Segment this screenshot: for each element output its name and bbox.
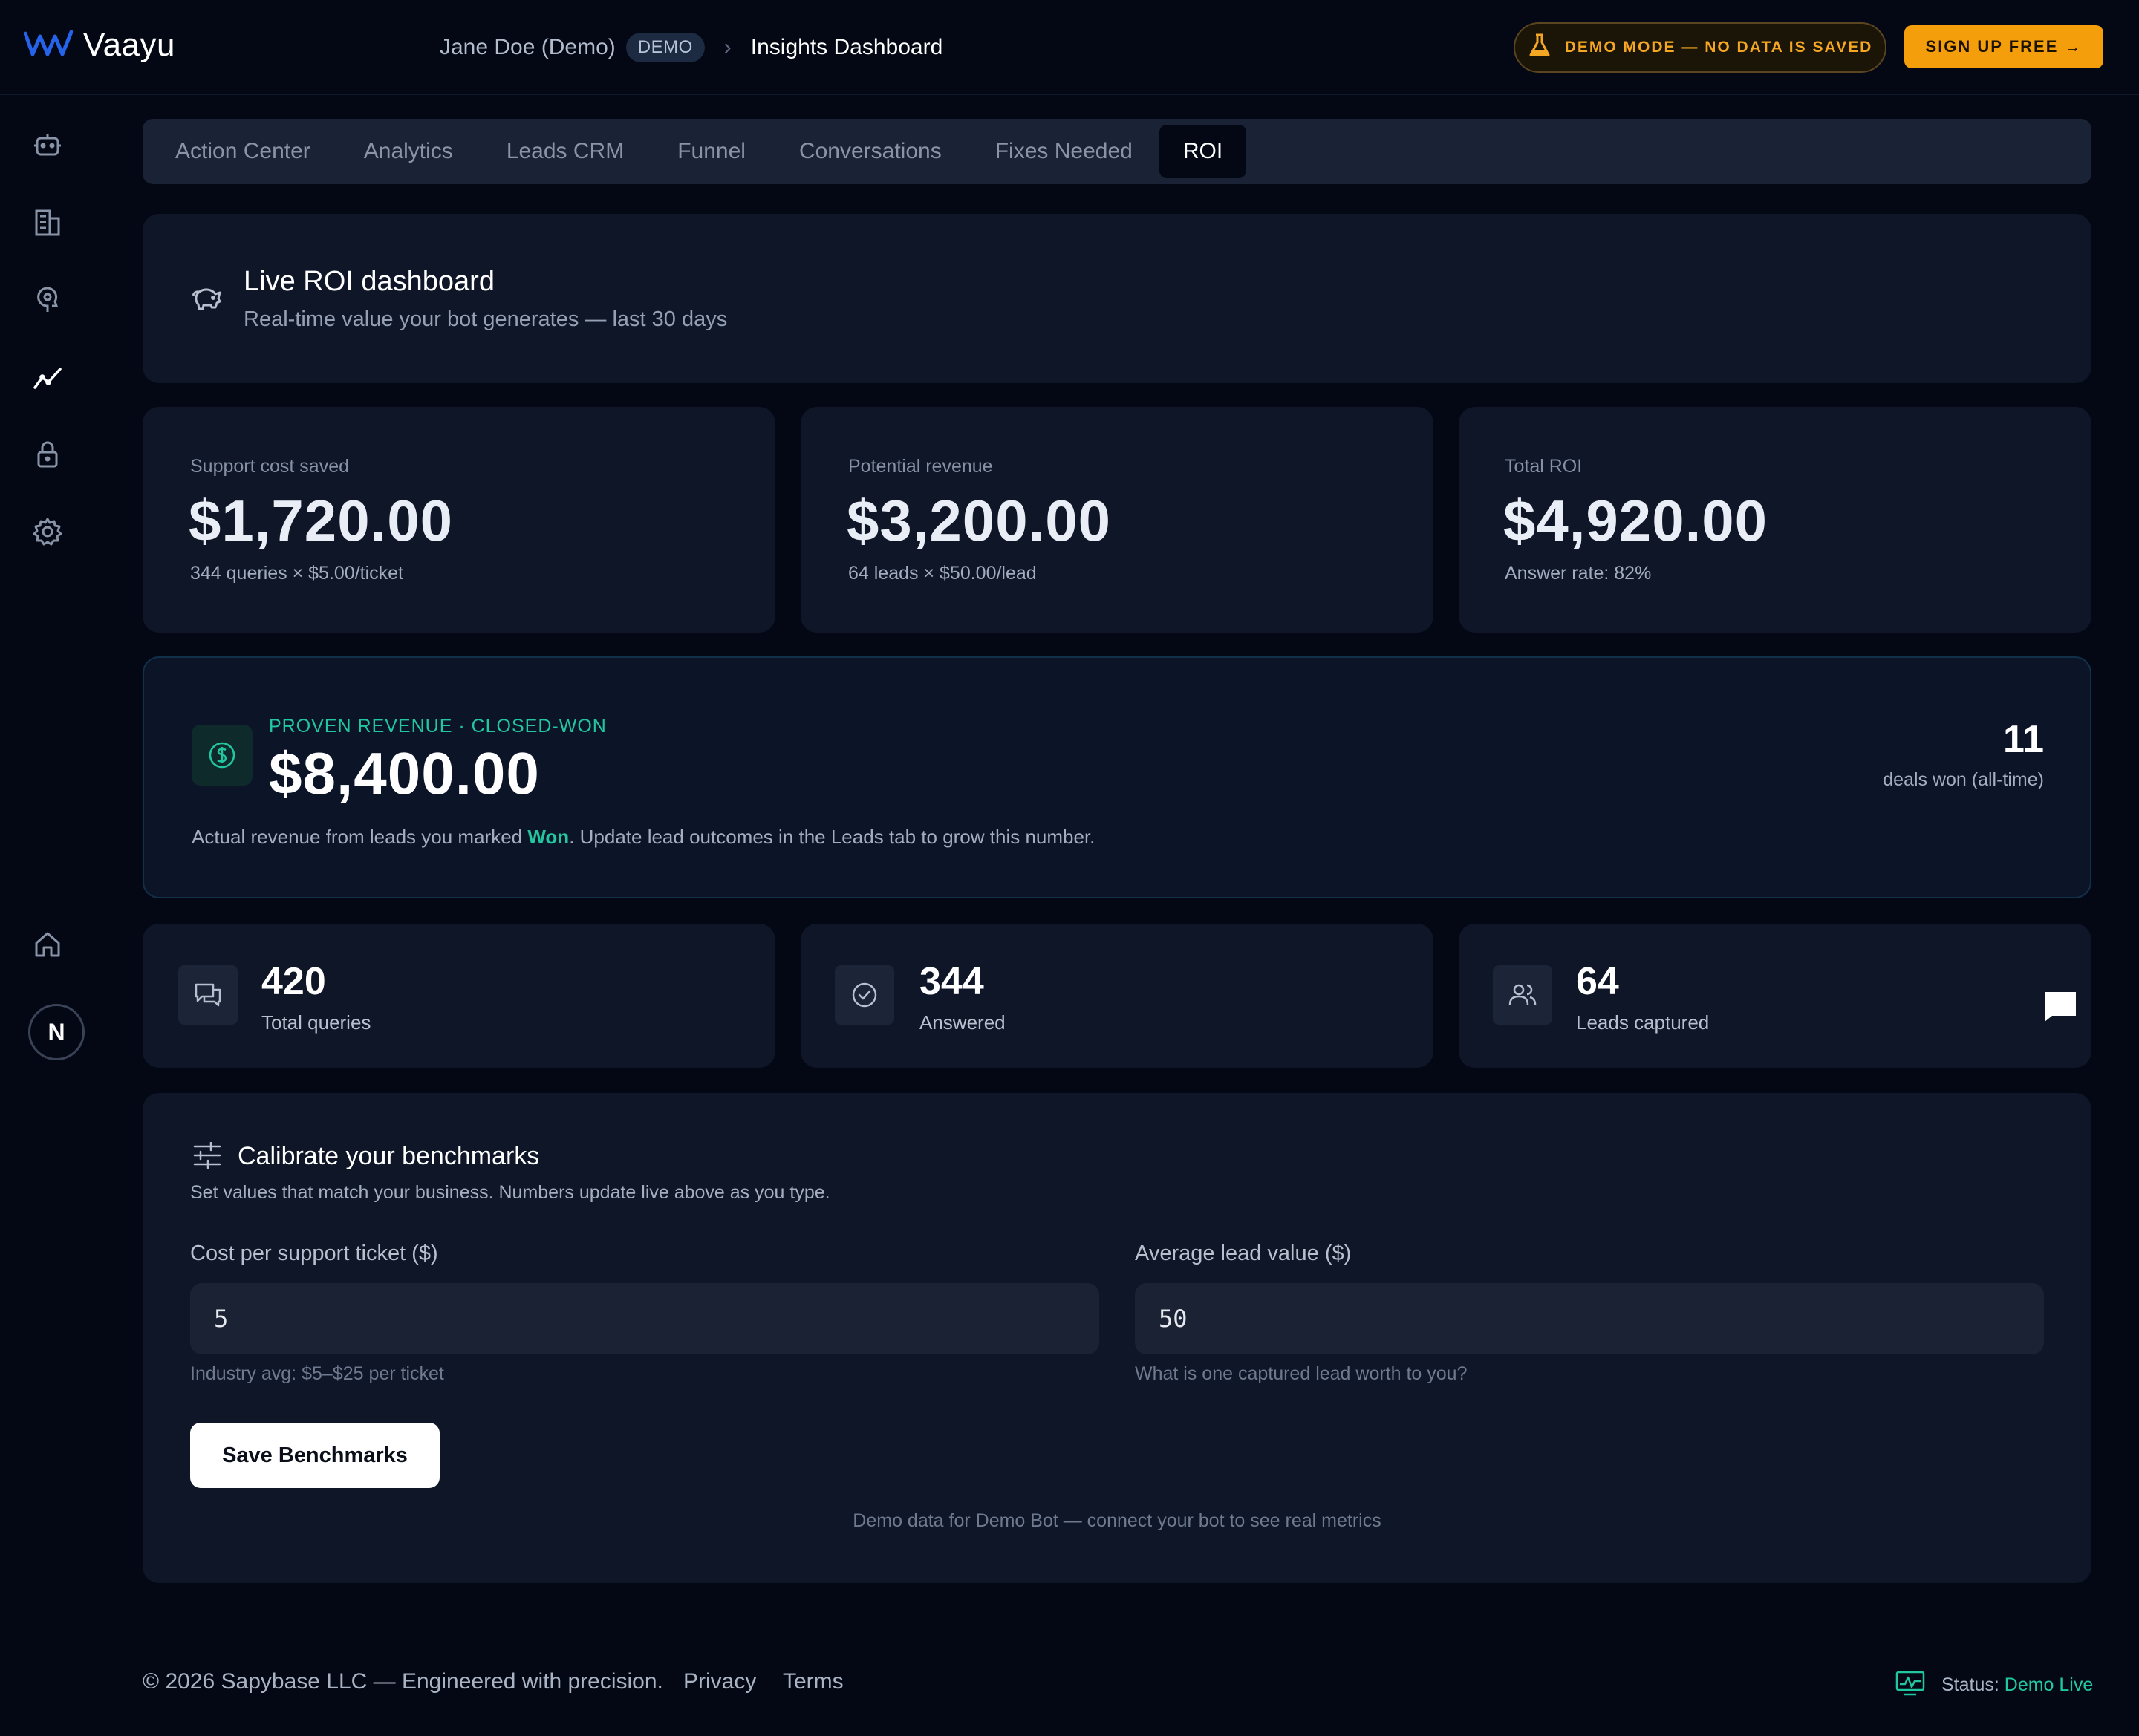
- dollar-icon: [192, 725, 253, 786]
- chat-bubbles-icon: [178, 965, 238, 1025]
- cost-per-ticket-hint: Industry avg: $5–$25 per ticket: [190, 1363, 444, 1384]
- cost-per-ticket-label: Cost per support ticket ($): [190, 1241, 438, 1265]
- leads-captured-card: 64 Leads captured: [1459, 924, 2091, 1068]
- bot-icon[interactable]: [30, 128, 65, 163]
- building-icon[interactable]: [30, 205, 65, 241]
- stat-foot: Answer rate: 82%: [1505, 563, 1652, 584]
- brand-name: Vaayu: [83, 27, 175, 63]
- hero-title: Live ROI dashboard: [244, 266, 495, 297]
- sliders-icon: [193, 1141, 221, 1172]
- mini-label: Answered: [919, 1011, 1006, 1034]
- check-circle-icon: [835, 965, 894, 1025]
- total-queries-card: 420 Total queries: [143, 924, 775, 1068]
- answered-card: 344 Answered: [801, 924, 1433, 1068]
- deals-won-label: deals won (all-time): [1883, 769, 2044, 790]
- flask-icon: [1528, 33, 1552, 62]
- dashboard-tabs: Action Center Analytics Leads CRM Funnel…: [143, 119, 2091, 184]
- save-benchmarks-button[interactable]: Save Benchmarks: [190, 1423, 440, 1488]
- calibrate-title: Calibrate your benchmarks: [238, 1142, 540, 1170]
- stat-label: Potential revenue: [848, 456, 993, 477]
- proven-revenue-card: PROVEN REVENUE · CLOSED-WON $8,400.00 Ac…: [143, 656, 2091, 898]
- lead-value-input[interactable]: [1135, 1283, 2044, 1354]
- footer-privacy-link[interactable]: Privacy: [683, 1669, 756, 1694]
- mini-value: 420: [261, 960, 326, 1003]
- calibrate-subtitle: Set values that match your business. Num…: [190, 1182, 830, 1203]
- roi-hero-card: Live ROI dashboard Real-time value your …: [143, 214, 2091, 383]
- lock-icon[interactable]: [30, 437, 65, 472]
- status-indicator: Status: Demo Live: [1895, 1671, 2093, 1700]
- activity-monitor-icon: [1895, 1671, 1925, 1700]
- status-label: Status:: [1941, 1674, 2005, 1695]
- stat-value: $1,720.00: [189, 488, 454, 553]
- status-value: Demo Live: [2004, 1674, 2094, 1695]
- deals-won-count: 11: [2003, 718, 2044, 761]
- demo-mode-pill: DEMO MODE — NO DATA IS SAVED: [1514, 22, 1886, 73]
- tab-action-center[interactable]: Action Center: [149, 125, 337, 178]
- demo-mode-text: DEMO MODE — NO DATA IS SAVED: [1564, 39, 1873, 56]
- footer-terms-link[interactable]: Terms: [783, 1669, 844, 1694]
- footer-copyright: © 2026 Sapybase LLC — Engineered with pr…: [143, 1669, 663, 1694]
- top-bar: Vaayu Jane Doe (Demo) DEMO › Insights Da…: [0, 0, 2139, 95]
- calibrate-card: Calibrate your benchmarks Set values tha…: [143, 1093, 2091, 1583]
- desc-text: . Update lead outcomes in the Leads tab …: [569, 826, 1095, 848]
- proven-revenue-label: PROVEN REVENUE · CLOSED-WON: [269, 716, 607, 737]
- mini-label: Leads captured: [1576, 1011, 1710, 1034]
- users-icon: [1493, 965, 1552, 1025]
- tab-analytics[interactable]: Analytics: [337, 125, 480, 178]
- status-text: Status: Demo Live: [1941, 1674, 2093, 1696]
- tab-roi[interactable]: ROI: [1159, 125, 1247, 178]
- stat-foot: 64 leads × $50.00/lead: [848, 563, 1037, 584]
- stat-value: $4,920.00: [1503, 488, 1768, 553]
- gear-icon[interactable]: [30, 514, 65, 549]
- avatar[interactable]: N: [28, 1004, 85, 1060]
- stat-value: $3,200.00: [847, 488, 1112, 553]
- tab-fixes-needed[interactable]: Fixes Needed: [968, 125, 1159, 178]
- lead-value-label: Average lead value ($): [1135, 1241, 1352, 1265]
- home-icon[interactable]: [30, 927, 65, 962]
- mini-value: 344: [919, 960, 984, 1003]
- breadcrumb-current: Insights Dashboard: [750, 35, 943, 59]
- support-cost-card: Support cost saved $1,720.00 344 queries…: [143, 407, 775, 633]
- desc-text: Actual revenue from leads you marked: [192, 826, 528, 848]
- demo-data-note: Demo data for Demo Bot — connect your bo…: [853, 1510, 1381, 1531]
- won-highlight: Won: [527, 826, 570, 848]
- tab-conversations[interactable]: Conversations: [772, 125, 968, 178]
- stat-label: Total ROI: [1505, 456, 1583, 477]
- potential-revenue-card: Potential revenue $3,200.00 64 leads × $…: [801, 407, 1433, 633]
- hero-subtitle: Real-time value your bot generates — las…: [244, 307, 728, 331]
- breadcrumb-chevron-icon: ›: [723, 35, 732, 59]
- proven-revenue-description: Actual revenue from leads you marked Won…: [192, 826, 1095, 849]
- stat-label: Support cost saved: [190, 456, 350, 477]
- mini-value: 64: [1576, 960, 1619, 1003]
- brand-logo[interactable]: Vaayu: [23, 27, 175, 64]
- chat-widget-icon[interactable]: [2041, 988, 2080, 1026]
- wave-logo-icon: [23, 29, 74, 62]
- brain-icon[interactable]: [30, 282, 65, 318]
- tab-funnel[interactable]: Funnel: [651, 125, 772, 178]
- mini-label: Total queries: [261, 1011, 371, 1034]
- demo-badge: DEMO: [625, 33, 705, 62]
- stat-foot: 344 queries × $5.00/ticket: [190, 563, 403, 584]
- lead-value-hint: What is one captured lead worth to you?: [1135, 1363, 1468, 1384]
- cost-per-ticket-input[interactable]: [190, 1283, 1099, 1354]
- tab-leads-crm[interactable]: Leads CRM: [480, 125, 651, 178]
- piggy-bank-icon: [190, 284, 223, 317]
- analytics-icon[interactable]: [30, 359, 65, 395]
- sign-up-button[interactable]: SIGN UP FREE →: [1904, 25, 2103, 68]
- proven-revenue-value: $8,400.00: [269, 740, 540, 806]
- breadcrumb: Jane Doe (Demo) DEMO › Insights Dashboar…: [440, 28, 942, 67]
- breadcrumb-user[interactable]: Jane Doe (Demo): [440, 35, 616, 60]
- total-roi-card: Total ROI $4,920.00 Answer rate: 82%: [1459, 407, 2091, 633]
